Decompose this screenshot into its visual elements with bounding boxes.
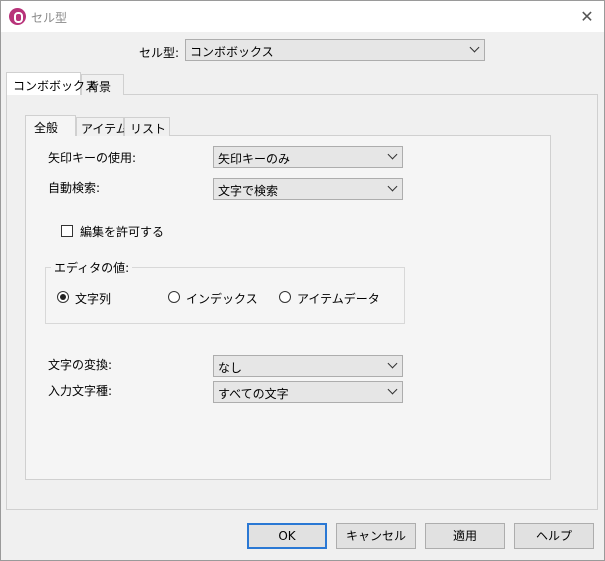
arrow-key-value: 矢印キーのみ bbox=[218, 152, 291, 166]
cancel-button[interactable]: キャンセル bbox=[336, 523, 416, 549]
editor-value-group-title: エディタの値: bbox=[51, 259, 133, 276]
tab-label: アイテム bbox=[81, 122, 128, 136]
window-title: セル型 bbox=[31, 11, 68, 25]
input-char-type-value: すべての文字 bbox=[218, 387, 289, 401]
tab-label: 全般 bbox=[34, 121, 59, 135]
chevron-down-icon bbox=[387, 181, 398, 192]
char-conversion-label: 文字の変換: bbox=[48, 358, 113, 372]
tab-label: リスト bbox=[130, 122, 167, 136]
cell-type-select[interactable]: コンボボックス bbox=[185, 39, 485, 61]
char-conversion-value: なし bbox=[218, 361, 243, 375]
title-bar: セル型 ✕ bbox=[1, 1, 604, 32]
chevron-down-icon bbox=[469, 42, 480, 53]
input-char-type-select[interactable]: すべての文字 bbox=[213, 381, 403, 403]
ok-button[interactable]: OK bbox=[247, 523, 327, 549]
close-button[interactable]: ✕ bbox=[571, 3, 603, 30]
close-icon: ✕ bbox=[580, 7, 594, 26]
arrow-key-label: 矢印キーの使用: bbox=[48, 151, 137, 165]
tab-general[interactable]: 全般 bbox=[25, 115, 76, 136]
tab-list[interactable]: リスト bbox=[124, 117, 170, 136]
char-conversion-select[interactable]: なし bbox=[213, 355, 403, 377]
input-char-type-label: 入力文字種: bbox=[48, 384, 113, 398]
cell-type-value: コンボボックス bbox=[190, 45, 274, 59]
chevron-down-icon bbox=[387, 384, 398, 395]
allow-edit-checkbox[interactable] bbox=[61, 225, 73, 237]
cell-type-label: セル型: bbox=[139, 46, 180, 60]
auto-search-select[interactable]: 文字で検索 bbox=[213, 178, 403, 200]
auto-search-label: 自動検索: bbox=[48, 181, 101, 195]
help-button[interactable]: ヘルプ bbox=[514, 523, 594, 549]
radio-index[interactable] bbox=[168, 291, 180, 303]
chevron-down-icon bbox=[387, 358, 398, 369]
tab-items[interactable]: アイテム bbox=[76, 117, 128, 136]
dialog-window: セル型 ✕ セル型: コンボボックス コンボボックス 背景 全般 アイテム リス… bbox=[0, 0, 605, 561]
auto-search-value: 文字で検索 bbox=[218, 184, 279, 198]
arrow-key-select[interactable]: 矢印キーのみ bbox=[213, 146, 403, 168]
radio-item-data[interactable] bbox=[279, 291, 291, 303]
tab-label: コンボボックス bbox=[13, 79, 97, 93]
radio-string[interactable] bbox=[57, 291, 69, 303]
radio-index-label: インデックス bbox=[186, 292, 258, 306]
chevron-down-icon bbox=[387, 149, 398, 160]
apply-button[interactable]: 適用 bbox=[425, 523, 505, 549]
app-logo-icon bbox=[9, 8, 26, 25]
allow-edit-label: 編集を許可する bbox=[80, 225, 165, 239]
tab-combobox[interactable]: コンボボックス bbox=[6, 72, 97, 95]
radio-item-data-label: アイテムデータ bbox=[297, 292, 380, 306]
radio-string-label: 文字列 bbox=[75, 292, 112, 306]
